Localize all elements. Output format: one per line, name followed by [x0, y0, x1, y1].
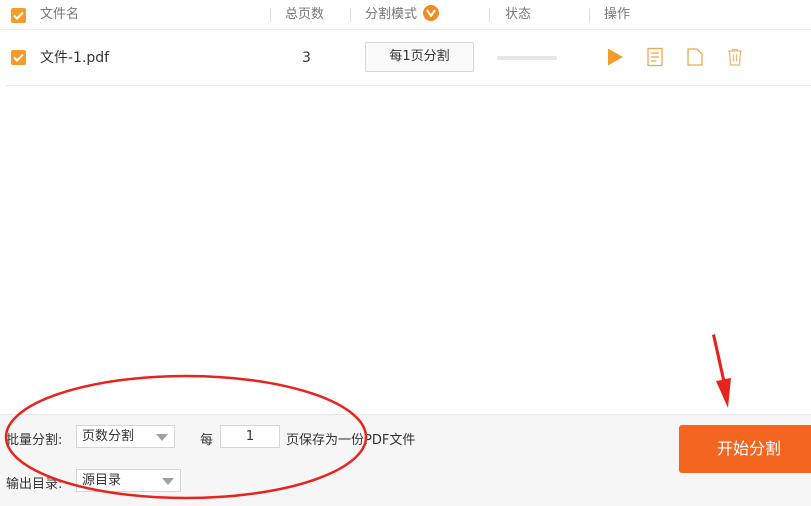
check-icon: [13, 53, 24, 62]
header-mode-label: 分割模式: [365, 7, 418, 22]
dropdown-arrow-icon: [162, 478, 174, 485]
header-divider: [270, 8, 271, 22]
header-divider: [589, 8, 590, 22]
output-dir-label: 输出目录:: [6, 477, 63, 492]
v-badge-icon[interactable]: [423, 5, 440, 21]
output-dir-value: 源目录: [82, 473, 122, 488]
header-status: 状态: [505, 7, 532, 22]
batch-split-select[interactable]: 页数分割: [76, 425, 175, 448]
file-name: 文件-1.pdf: [40, 50, 110, 66]
save-as-pdf-label: 页保存为一份PDF文件: [286, 433, 416, 448]
header-actions: 操作: [604, 7, 631, 22]
header-filename: 文件名: [40, 7, 80, 22]
dropdown-arrow-icon: [156, 434, 168, 441]
output-dir-select[interactable]: 源目录: [76, 469, 181, 492]
header-pages: 总页数: [285, 7, 325, 22]
play-icon[interactable]: [605, 47, 625, 67]
row-checkbox[interactable]: [11, 50, 26, 65]
header-divider: [489, 8, 490, 22]
split-mode-button[interactable]: 每1页分割: [365, 42, 474, 72]
folder-icon[interactable]: [685, 47, 705, 67]
header-mode: 分割模式: [365, 0, 440, 30]
document-icon[interactable]: [645, 47, 665, 67]
status-progress-bar: [497, 56, 557, 60]
start-split-button[interactable]: 开始分割: [679, 425, 811, 473]
file-pages: 3: [302, 50, 311, 66]
every-label: 每: [200, 433, 214, 448]
check-icon: [13, 11, 24, 20]
pages-per-file-input[interactable]: 1: [220, 425, 280, 448]
batch-split-label: 批量分割:: [6, 433, 63, 448]
trash-icon[interactable]: [725, 47, 745, 67]
table-header: 文件名 总页数 分割模式 状态 操作: [0, 0, 811, 30]
table-row: 文件-1.pdf 3 每1页分割: [6, 31, 811, 86]
header-divider: [350, 8, 351, 22]
batch-split-value: 页数分割: [82, 429, 135, 444]
select-all-checkbox[interactable]: [11, 8, 26, 23]
annotation-arrow: [712, 334, 731, 408]
